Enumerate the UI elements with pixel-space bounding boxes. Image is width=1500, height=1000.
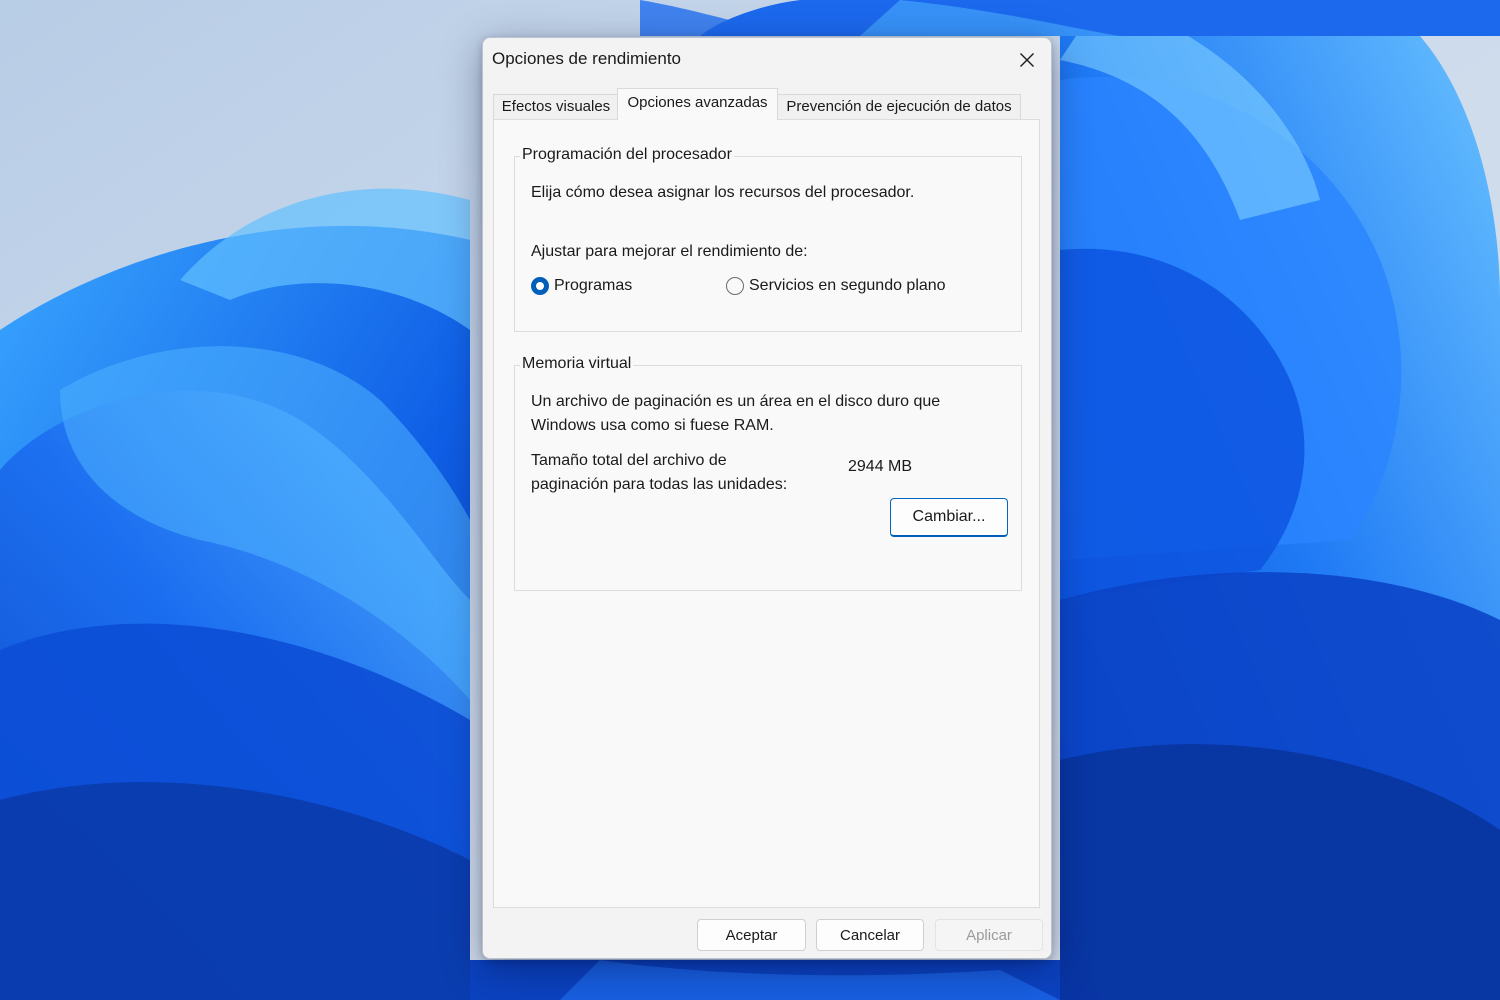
adjust-label: Ajustar para mejorar el rendimiento de: [531, 243, 808, 260]
processor-scheduling-group: Programación del procesador Elija cómo d… [514, 146, 1022, 332]
change-button[interactable]: Cambiar... [890, 498, 1008, 537]
cancel-button[interactable]: Cancelar [816, 919, 924, 951]
tab-label: Efectos visuales [501, 98, 611, 115]
paging-description-line-1: Un archivo de paginación es un área en e… [531, 393, 941, 410]
title-bar[interactable]: Opciones de rendimiento [483, 38, 1051, 82]
tab-visual-effects[interactable]: Efectos visuales [493, 94, 619, 120]
close-button[interactable] [1009, 42, 1045, 78]
processor-description: Elija cómo desea asignar los recursos de… [531, 184, 915, 201]
ok-button[interactable]: Aceptar [697, 919, 806, 951]
radio-background-services[interactable]: Servicios en segundo plano [726, 277, 946, 295]
tab-label: Opciones avanzadas [627, 94, 768, 111]
apply-button[interactable]: Aplicar [935, 919, 1043, 951]
radio-label: Programas [554, 277, 633, 294]
tab-data-execution-prevention[interactable]: Prevención de ejecución de datos [777, 94, 1021, 120]
close-icon [1020, 53, 1034, 67]
dialog-title: Opciones de rendimiento [492, 49, 682, 68]
tab-advanced-options[interactable]: Opciones avanzadas [617, 88, 778, 120]
performance-options-dialog: Opciones de rendimiento Efectos visuales… [482, 37, 1052, 959]
wallpaper-petal [700, 0, 1500, 36]
tab-panel-advanced: Programación del procesador Elija cómo d… [493, 119, 1040, 908]
paging-description-line-2: Windows usa como si fuese RAM. [531, 417, 774, 434]
dialog-footer: Aceptar Cancelar Aplicar [483, 908, 1051, 958]
radio-programs[interactable]: Programas [531, 277, 632, 295]
tab-label: Prevención de ejecución de datos [786, 98, 1012, 115]
radio-button-checked[interactable] [531, 277, 549, 295]
radio-button-unchecked[interactable] [726, 277, 744, 295]
paging-total-label-line-2: paginación para todas las unidades: [531, 476, 788, 493]
group-title: Memoria virtual [520, 355, 634, 373]
paging-total-value: 2944 MB [848, 458, 913, 475]
group-title: Programación del procesador [520, 146, 734, 164]
radio-label: Servicios en segundo plano [749, 277, 946, 294]
virtual-memory-group: Memoria virtual Un archivo de paginación… [514, 355, 1022, 591]
desktop: Opciones de rendimiento Efectos visuales… [0, 0, 1500, 1000]
paging-total-label-line-1: Tamaño total del archivo de [531, 452, 727, 469]
